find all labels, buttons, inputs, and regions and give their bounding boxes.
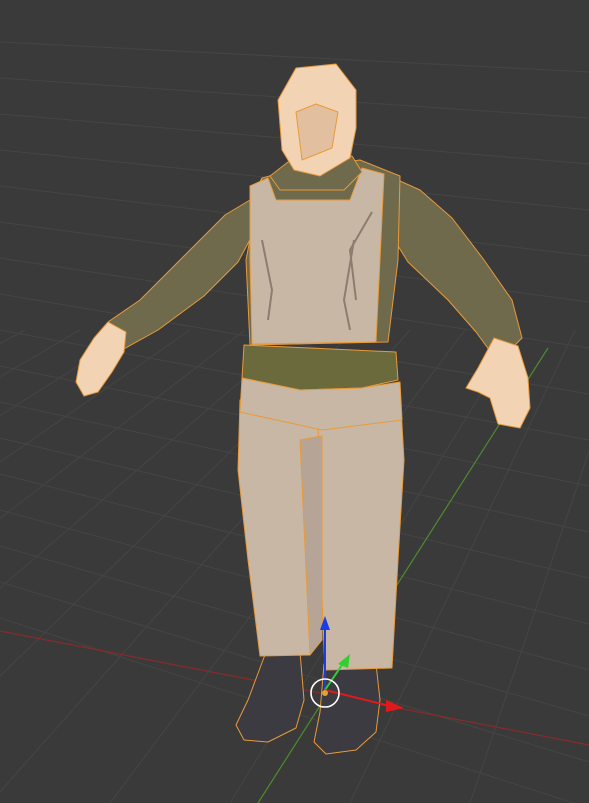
right-hand[interactable] bbox=[465, 337, 531, 429]
right-sleeve[interactable] bbox=[379, 171, 523, 363]
gizmo-x-arrow-icon[interactable] bbox=[386, 700, 404, 712]
left-hand[interactable] bbox=[75, 321, 127, 397]
grid-line bbox=[0, 329, 191, 463]
grid-line bbox=[0, 329, 136, 417]
right-pant-leg[interactable] bbox=[317, 389, 405, 671]
viewport-canvas[interactable] bbox=[0, 0, 589, 803]
grid-line bbox=[0, 41, 589, 73]
3d-viewport[interactable] bbox=[0, 0, 589, 803]
grid-line bbox=[0, 329, 26, 345]
object-origin-icon bbox=[322, 690, 328, 696]
grid-line bbox=[0, 329, 81, 378]
right-boot[interactable] bbox=[313, 663, 381, 755]
left-sleeve[interactable] bbox=[107, 177, 263, 351]
character-model[interactable] bbox=[75, 63, 531, 755]
